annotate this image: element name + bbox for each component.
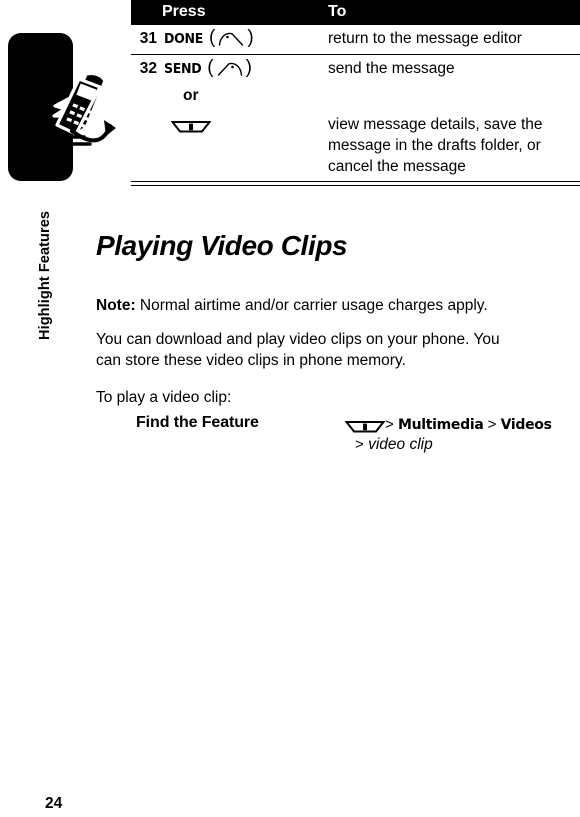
note-text: Normal airtime and/or carrier usage char… bbox=[139, 296, 488, 314]
sidebar-chapter-label: Highlight Features bbox=[37, 210, 53, 340]
step-number: 31 bbox=[139, 30, 157, 47]
page-content: Press To 31 DONE ( ) return to the messa… bbox=[96, 0, 580, 817]
paren-open: ( bbox=[209, 27, 216, 48]
press-cell bbox=[170, 119, 212, 134]
table-row: 32 SEND ( ) send the message bbox=[131, 54, 580, 85]
menu-key-icon bbox=[344, 418, 386, 433]
or-label: or bbox=[183, 87, 199, 104]
paren-close: ) bbox=[247, 27, 254, 48]
press-cell: SEND ( ) bbox=[164, 57, 252, 78]
menu-path-item-multimedia: Multimedia bbox=[397, 417, 484, 433]
table-row: 31 DONE ( ) return to the message editor bbox=[131, 25, 580, 54]
menu-key-icon bbox=[170, 119, 212, 134]
table-row-or: or bbox=[131, 85, 580, 111]
find-the-feature-label: Find the Feature bbox=[136, 414, 259, 431]
menu-path-item-video-clip: video clip bbox=[368, 436, 433, 453]
page-number: 24 bbox=[45, 795, 63, 812]
menu-path: > Multimedia > Videos bbox=[344, 413, 580, 437]
column-header-press: Press bbox=[162, 3, 206, 20]
path-separator: > bbox=[487, 416, 497, 433]
note-paragraph: Note: Normal airtime and/or carrier usag… bbox=[96, 295, 580, 317]
paren-close: ) bbox=[245, 57, 252, 78]
body-paragraph: You can download and play video clips on… bbox=[96, 330, 500, 370]
left-soft-key-icon bbox=[218, 31, 244, 46]
note-label: Note: bbox=[96, 296, 136, 314]
table-bottom-rule bbox=[131, 181, 580, 186]
find-the-feature-block: Find the Feature > Multimedia > Videos >… bbox=[96, 412, 580, 472]
menu-path-item-videos: Videos bbox=[500, 417, 552, 433]
path-separator: > bbox=[385, 416, 394, 433]
menu-path-line-2: > video clip bbox=[355, 436, 433, 454]
press-cell: DONE ( ) bbox=[164, 27, 254, 48]
action-cell: view message details, save the message i… bbox=[328, 116, 543, 175]
intro-paragraph: To play a video clip: bbox=[96, 388, 232, 406]
soft-key-label: SEND bbox=[164, 60, 202, 77]
paren-open: ( bbox=[207, 57, 214, 78]
table-header-row: Press To bbox=[131, 0, 580, 25]
table-row: view message details, save the message i… bbox=[131, 111, 580, 181]
step-number: 32 bbox=[139, 60, 157, 77]
page-title: Playing Video Clips bbox=[96, 230, 348, 261]
right-soft-key-icon bbox=[217, 61, 243, 76]
action-cell: return to the message editor bbox=[328, 30, 522, 47]
soft-key-label: DONE bbox=[164, 30, 204, 47]
column-header-to: To bbox=[328, 3, 347, 20]
path-separator: > bbox=[355, 436, 364, 453]
action-cell: send the message bbox=[328, 60, 455, 77]
press-to-table: Press To 31 DONE ( ) return to the messa… bbox=[131, 0, 580, 186]
